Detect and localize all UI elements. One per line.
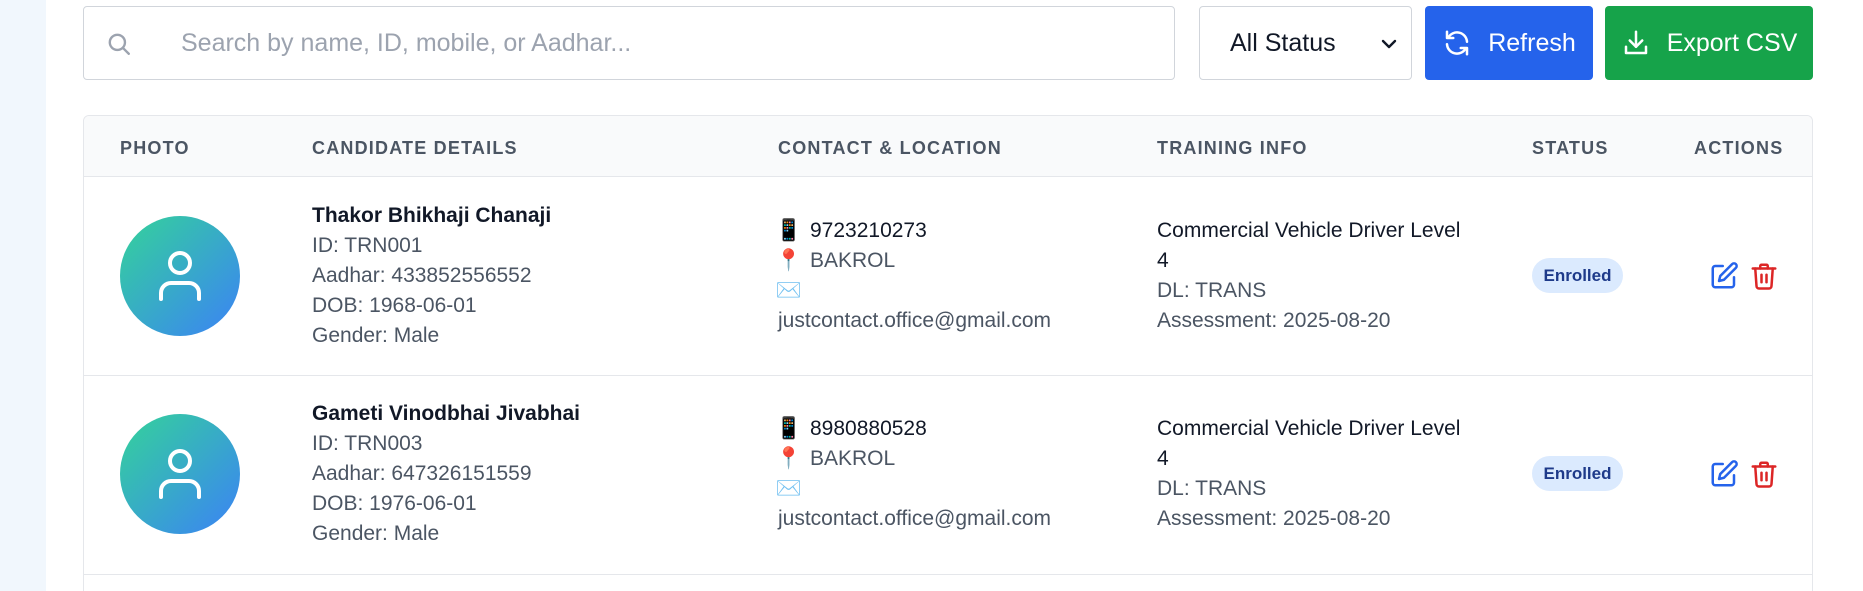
envelope-icon: ✉️ — [775, 477, 803, 500]
download-icon — [1624, 30, 1647, 55]
header-photo: PHOTO — [120, 138, 190, 158]
training-info: Commercial Vehicle Driver Level 4 DL: TR… — [1157, 414, 1460, 534]
table-row: Thakor Bhikhaji Chanaji ID: TRN001 Aadha… — [84, 177, 1812, 376]
trash-icon — [1751, 263, 1777, 290]
avatar — [120, 216, 240, 336]
status-filter-value: All Status — [1230, 28, 1336, 57]
training-assessment: Assessment: 2025-08-20 — [1157, 309, 1391, 332]
pin-icon: 📍 — [775, 447, 803, 470]
search-input[interactable] — [84, 7, 1174, 79]
training-level: 4 — [1157, 249, 1169, 272]
training-course: Commercial Vehicle Driver Level — [1157, 417, 1461, 440]
candidates-table: PHOTO CANDIDATE DETAILS CONTACT & LOCATI… — [83, 115, 1813, 591]
candidate-phone: 8980880528 — [810, 417, 927, 440]
trash-icon — [1751, 461, 1777, 488]
mobile-phone-icon: 📱 — [775, 417, 803, 440]
candidate-phone: 9723210273 — [810, 219, 927, 242]
mobile-phone-icon: 📱 — [775, 219, 803, 242]
edit-button[interactable] — [1709, 261, 1739, 291]
edit-icon — [1711, 262, 1738, 289]
candidate-details: Thakor Bhikhaji Chanaji ID: TRN001 Aadha… — [312, 201, 551, 351]
candidate-dob: DOB: 1976-06-01 — [312, 492, 477, 515]
training-level: 4 — [1157, 447, 1169, 470]
user-icon — [159, 251, 201, 301]
training-course: Commercial Vehicle Driver Level — [1157, 219, 1461, 242]
edit-button[interactable] — [1709, 459, 1739, 489]
refresh-button[interactable]: Refresh — [1425, 6, 1593, 80]
candidate-dob: DOB: 1968-06-01 — [312, 294, 477, 317]
table-row: Gameti Vinodbhai Jivabhai ID: TRN003 Aad… — [84, 376, 1812, 575]
candidate-name: Thakor Bhikhaji Chanaji — [312, 204, 552, 227]
candidate-aadhar: Aadhar: 433852556552 — [312, 264, 532, 287]
envelope-icon: ✉️ — [775, 279, 803, 302]
contact-location: 📱 8980880528 📍 BAKROL ✉️ justcontact.off… — [775, 414, 1052, 534]
status-filter-select[interactable]: All Status — [1199, 6, 1412, 80]
training-info: Commercial Vehicle Driver Level 4 DL: TR… — [1157, 216, 1460, 336]
refresh-label: Refresh — [1488, 28, 1576, 57]
candidate-gender: Gender: Male — [312, 522, 440, 545]
header-training-info: TRAINING INFO — [1157, 138, 1308, 158]
header-status: STATUS — [1532, 138, 1609, 158]
delete-button[interactable] — [1749, 261, 1779, 291]
header-candidate-details: CANDIDATE DETAILS — [312, 138, 518, 158]
search-box[interactable] — [83, 6, 1175, 80]
refresh-icon — [1445, 30, 1469, 56]
training-assessment: Assessment: 2025-08-20 — [1157, 507, 1391, 530]
candidate-id: ID: TRN001 — [312, 234, 423, 257]
candidate-aadhar: Aadhar: 647326151559 — [312, 462, 532, 485]
chevron-down-icon — [1381, 39, 1397, 49]
candidate-location: BAKROL — [810, 447, 896, 470]
header-contact-location: CONTACT & LOCATION — [778, 138, 1002, 158]
status-badge: Enrolled — [1532, 258, 1623, 293]
candidate-email: justcontact.office@gmail.com — [778, 309, 1052, 332]
contact-location: 📱 9723210273 📍 BAKROL ✉️ justcontact.off… — [775, 216, 1052, 336]
candidate-name: Gameti Vinodbhai Jivabhai — [312, 402, 581, 425]
export-label: Export CSV — [1666, 28, 1798, 57]
pin-icon: 📍 — [775, 249, 803, 272]
training-dl: DL: TRANS — [1157, 477, 1267, 500]
training-dl: DL: TRANS — [1157, 279, 1267, 302]
search-icon — [108, 33, 130, 55]
candidate-details: Gameti Vinodbhai Jivabhai ID: TRN003 Aad… — [312, 399, 580, 549]
candidate-location: BAKROL — [810, 249, 896, 272]
candidates-panel: All Status Refresh Export CSV PHOTO CAND… — [46, 0, 1863, 591]
table-header: PHOTO CANDIDATE DETAILS CONTACT & LOCATI… — [84, 116, 1812, 177]
avatar — [120, 414, 240, 534]
candidate-gender: Gender: Male — [312, 324, 440, 347]
status-badge: Enrolled — [1532, 456, 1623, 491]
delete-button[interactable] — [1749, 459, 1779, 489]
edit-icon — [1711, 460, 1738, 487]
candidate-email: justcontact.office@gmail.com — [778, 507, 1052, 530]
candidate-id: ID: TRN003 — [312, 432, 423, 455]
header-actions: ACTIONS — [1694, 138, 1784, 158]
export-csv-button[interactable]: Export CSV — [1605, 6, 1813, 80]
user-icon — [159, 449, 201, 499]
